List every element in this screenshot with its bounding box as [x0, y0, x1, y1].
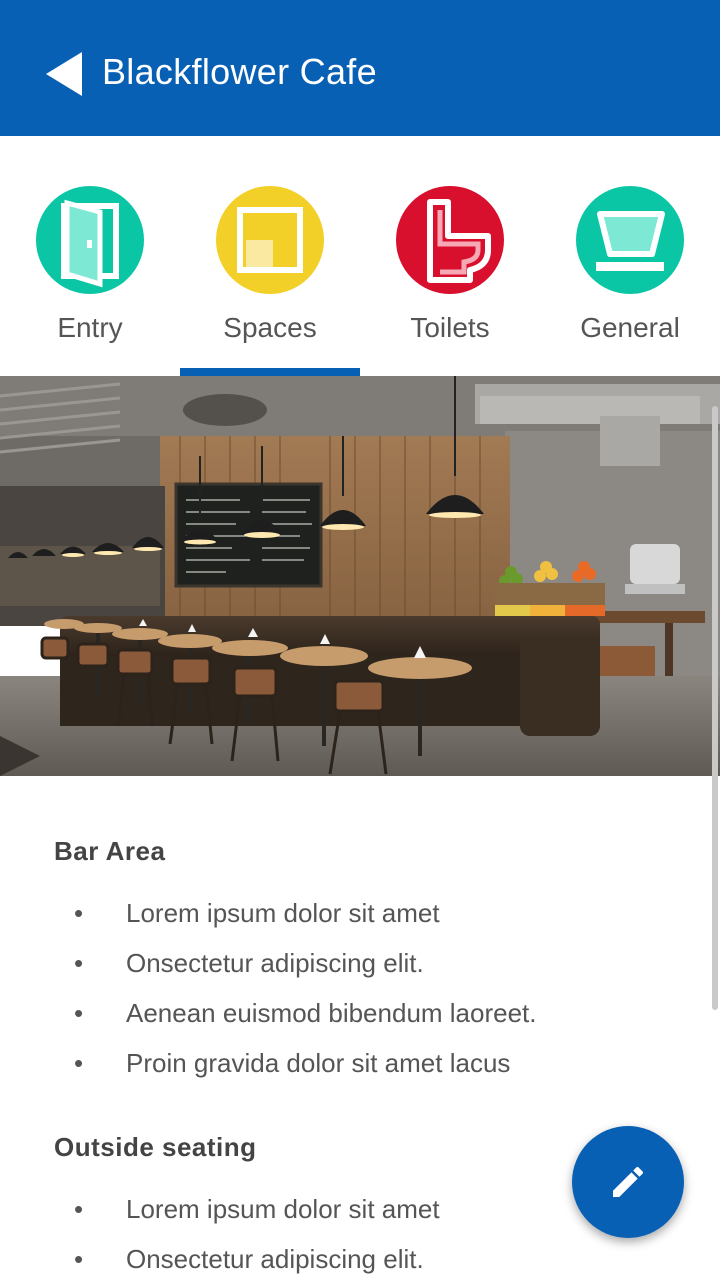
- bullet-icon: •: [74, 1194, 84, 1224]
- bullet-icon: •: [74, 1048, 84, 1078]
- section-title: Outside seating: [54, 1132, 257, 1162]
- list-item: Lorem ipsum dolor sit amet: [126, 1194, 440, 1224]
- tab-label: Entry: [57, 312, 123, 343]
- cafe-photo[interactable]: [0, 376, 720, 776]
- edit-pencil-icon: [613, 1166, 644, 1197]
- tab-general[interactable]: General: [540, 136, 720, 376]
- list-item: Onsectetur adipiscing elit.: [126, 948, 424, 978]
- list-item: Lorem ipsum dolor sit amet: [126, 898, 440, 928]
- list-item: Aenean euismod bibendum laoreet.: [126, 998, 537, 1028]
- back-arrow-icon[interactable]: [44, 50, 84, 98]
- list-item: Proin gravida dolor sit amet lacus: [126, 1048, 511, 1078]
- square-space-icon: [216, 186, 324, 294]
- app-bar: Blackflower Cafe: [0, 0, 720, 136]
- tab-label: Toilets: [410, 312, 490, 343]
- category-tabs: Entry Spaces Toilets General: [0, 136, 720, 376]
- section-title: Bar Area: [54, 836, 166, 866]
- list-item: Onsectetur adipiscing elit.: [126, 1244, 424, 1274]
- tab-spaces[interactable]: Spaces: [180, 136, 360, 376]
- tab-label: Spaces: [223, 312, 317, 343]
- bullet-icon: •: [74, 1244, 84, 1274]
- door-icon: [36, 186, 144, 294]
- tab-label: General: [580, 312, 680, 343]
- bullet-icon: •: [74, 948, 84, 978]
- bullet-icon: •: [74, 898, 84, 928]
- tab-entry[interactable]: Entry: [0, 136, 180, 376]
- page-title: Blackflower Cafe: [102, 51, 377, 92]
- edit-button[interactable]: [572, 1126, 684, 1238]
- toilet-icon: [396, 186, 504, 294]
- bullet-icon: •: [74, 998, 84, 1028]
- tab-toilets[interactable]: Toilets: [360, 136, 540, 376]
- cup-icon: [576, 186, 684, 294]
- selected-tab-indicator: [180, 368, 360, 376]
